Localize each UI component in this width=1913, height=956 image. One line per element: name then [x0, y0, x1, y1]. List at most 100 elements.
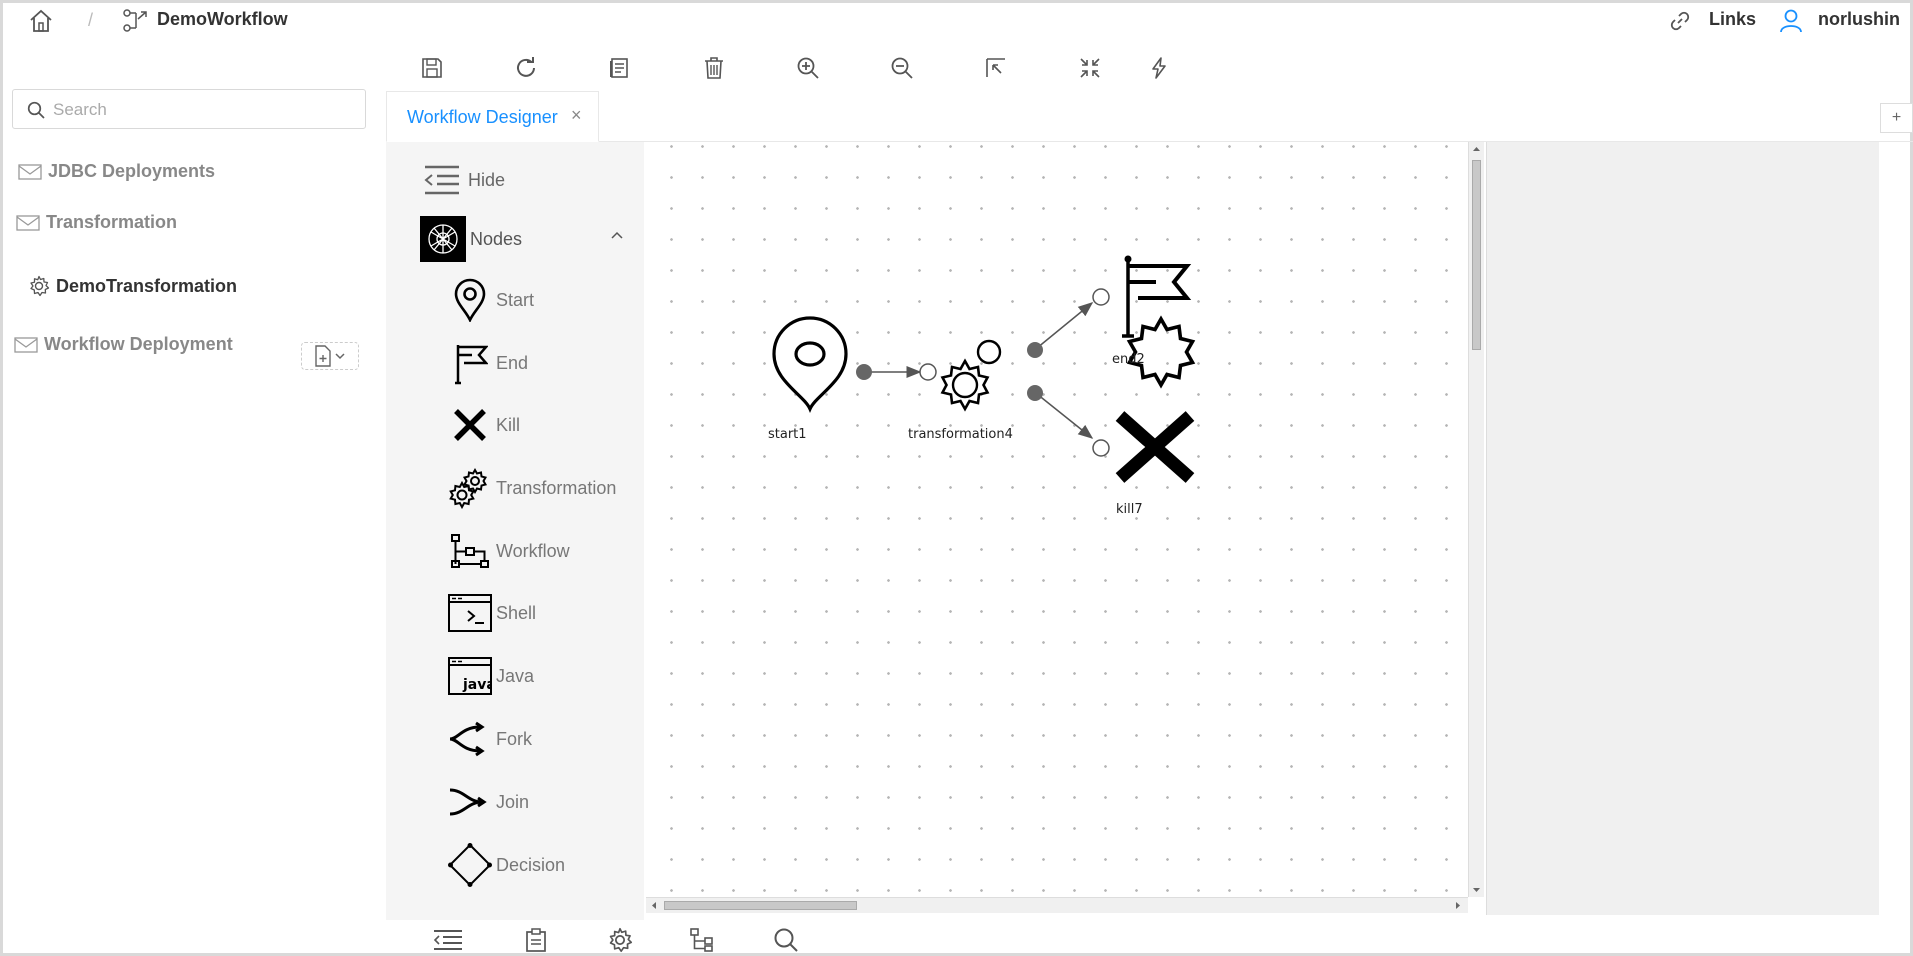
- tree-icon: [690, 928, 713, 952]
- flag-icon: [455, 345, 488, 385]
- fit-icon: [986, 58, 1005, 77]
- node-palette: Hide Nodes Start End Kill Transformation…: [386, 142, 644, 920]
- palette-item-end[interactable]: End: [448, 341, 528, 385]
- delete-button[interactable]: [698, 52, 730, 84]
- palette-item-label: Join: [496, 791, 530, 812]
- file-add-icon: [315, 345, 331, 367]
- palette-item-java[interactable]: java Java: [448, 654, 534, 698]
- add-tab-button[interactable]: +: [1880, 103, 1913, 133]
- clipboard-icon: [526, 928, 546, 952]
- palette-item-shell[interactable]: Shell: [448, 591, 536, 635]
- tree-item-label: JDBC Deployments: [48, 161, 216, 181]
- chevron-up-icon[interactable]: [610, 230, 624, 240]
- settings-button[interactable]: [605, 926, 635, 954]
- search-input[interactable]: [51, 96, 355, 124]
- collapse-button[interactable]: [1074, 52, 1106, 84]
- tree-item-jdbc-deployments[interactable]: JDBC Deployments: [18, 161, 215, 182]
- scroll-down-icon[interactable]: [1472, 886, 1481, 894]
- node-start1[interactable]: [772, 316, 872, 414]
- terminal-icon: [448, 594, 492, 632]
- search-diagram-button[interactable]: [771, 926, 801, 954]
- zoom-in-icon: [797, 57, 819, 79]
- folder-icon: [14, 336, 38, 353]
- scroll-left-icon[interactable]: [650, 901, 658, 910]
- hierarchy-icon: [451, 534, 489, 568]
- palette-item-transformation[interactable]: Transformation: [448, 466, 616, 510]
- properties-panel: [1486, 142, 1879, 915]
- palette-item-label: Workflow: [496, 540, 570, 561]
- palette-item-workflow[interactable]: Workflow: [448, 529, 570, 573]
- links-button[interactable]: Links: [1709, 9, 1756, 30]
- tree-item-demotransformation[interactable]: DemoTransformation: [28, 275, 237, 297]
- zoom-out-icon: [891, 57, 913, 79]
- link-icon[interactable]: [1668, 9, 1692, 33]
- zoom-in-button[interactable]: [792, 52, 824, 84]
- hide-label: Hide: [468, 169, 506, 190]
- header: / DemoWorkflow Links norlushin: [0, 0, 1913, 42]
- edge-transformation-kill: [1036, 393, 1094, 439]
- fork-icon: [449, 721, 485, 757]
- palette-item-join[interactable]: Join: [448, 780, 529, 824]
- new-file-dropdown[interactable]: [301, 342, 359, 370]
- close-icon[interactable]: ×: [571, 105, 582, 126]
- search-box[interactable]: [12, 89, 366, 129]
- scrollbar-thumb[interactable]: [664, 901, 857, 910]
- fit-button[interactable]: [980, 52, 1012, 84]
- nodes-section-header[interactable]: Nodes: [420, 216, 630, 262]
- palette-item-decision[interactable]: Decision: [448, 843, 565, 887]
- tree-item-workflow-deployment[interactable]: Workflow Deployment: [14, 334, 233, 355]
- hide-palette-button[interactable]: Hide: [420, 158, 505, 202]
- delete-icon: [705, 57, 723, 79]
- zoom-out-button[interactable]: [886, 52, 918, 84]
- user-icon[interactable]: [1778, 8, 1804, 34]
- node-end2[interactable]: [1092, 255, 1192, 338]
- document-icon: [610, 58, 628, 78]
- port-out: [1027, 342, 1043, 358]
- toggle-palette-button[interactable]: [433, 926, 463, 954]
- scroll-up-icon[interactable]: [1472, 145, 1481, 153]
- scrollbar-thumb[interactable]: [1472, 160, 1481, 350]
- folder-icon: [16, 214, 40, 231]
- tree-item-label: Workflow Deployment: [44, 334, 233, 354]
- home-icon[interactable]: [28, 8, 54, 34]
- svg-text:java: java: [462, 677, 492, 693]
- document-button[interactable]: [604, 52, 636, 84]
- port-in: [919, 363, 937, 381]
- palette-item-label: Fork: [496, 728, 532, 749]
- workflow-diagram: [772, 255, 1196, 483]
- java-icon: java: [448, 657, 492, 695]
- tree-view-button[interactable]: [687, 926, 717, 954]
- save-button[interactable]: [416, 52, 448, 84]
- chevron-down-icon: [335, 353, 345, 360]
- canvas-vertical-scrollbar[interactable]: [1468, 142, 1484, 897]
- port-out: [1027, 385, 1043, 401]
- workflow-title: DemoWorkflow: [157, 9, 288, 29]
- tree-item-transformation[interactable]: Transformation: [16, 212, 177, 233]
- edge-transformation-end: [1036, 302, 1094, 349]
- palette-item-kill[interactable]: Kill: [448, 403, 520, 447]
- search-icon: [774, 928, 798, 952]
- refresh-icon: [517, 57, 535, 77]
- port-in: [1092, 439, 1110, 457]
- tab-workflow-designer[interactable]: Workflow Designer ×: [386, 91, 599, 142]
- palette-item-label: End: [496, 352, 529, 373]
- palette-item-label: Start: [496, 289, 535, 310]
- palette-item-start[interactable]: Start: [448, 278, 534, 322]
- refresh-button[interactable]: [510, 52, 542, 84]
- port-in: [1092, 288, 1110, 306]
- clipboard-button[interactable]: [521, 926, 551, 954]
- palette-item-label: Shell: [496, 602, 537, 623]
- breadcrumb-separator: /: [88, 10, 94, 30]
- canvas-horizontal-scrollbar[interactable]: [646, 897, 1468, 913]
- workflow-canvas[interactable]: start1 transformation4 end2 kill7: [646, 142, 1468, 897]
- node-label-start1: start1: [768, 427, 807, 442]
- user-name[interactable]: norlushin: [1818, 9, 1900, 30]
- tab-label[interactable]: Workflow Designer: [407, 107, 558, 128]
- execute-button[interactable]: [1143, 52, 1175, 84]
- node-kill7[interactable]: [1092, 411, 1195, 483]
- pin-icon: [454, 278, 486, 322]
- scroll-right-icon[interactable]: [1454, 901, 1462, 910]
- join-icon: [449, 788, 487, 816]
- palette-item-fork[interactable]: Fork: [448, 717, 532, 761]
- gears-icon: [449, 467, 488, 510]
